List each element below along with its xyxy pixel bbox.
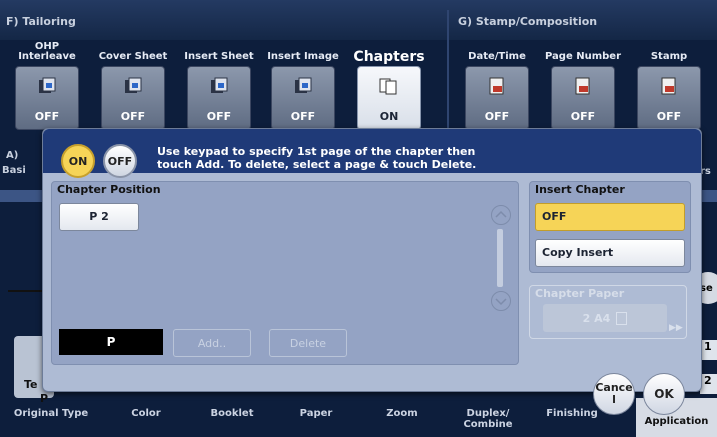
scrollbar-track[interactable] xyxy=(497,229,503,287)
bottom-tab-0[interactable]: Original Type xyxy=(0,408,102,419)
scroll-down-icon[interactable] xyxy=(491,291,511,311)
function-button[interactable]: OFF xyxy=(271,66,335,130)
function-label: Stamp xyxy=(650,51,688,62)
function-stamp[interactable]: Stamp OFF xyxy=(630,42,708,132)
bg-num2: 2 xyxy=(700,374,717,394)
function-label: Cover Sheet xyxy=(98,51,168,62)
function-status: ON xyxy=(379,110,399,123)
function-status: OFF xyxy=(656,110,682,123)
chapters-icon xyxy=(378,77,400,95)
tailoring-header: F) Tailoring xyxy=(6,15,76,28)
function-button[interactable]: OFF xyxy=(637,66,701,130)
function-label: Insert Sheet xyxy=(184,51,254,62)
page-number-icon xyxy=(572,77,594,95)
function-date-time[interactable]: Date/Time OFF xyxy=(458,42,536,132)
function-insert-image[interactable]: Insert Image OFF xyxy=(264,42,342,132)
page-input-value: P xyxy=(106,335,116,349)
bottom-tab-1[interactable]: Color xyxy=(104,408,188,419)
function-cover-sheet[interactable]: Cover Sheet OFF xyxy=(94,42,172,132)
function-status: OFF xyxy=(120,110,146,123)
bg-section-a: A) xyxy=(6,150,19,161)
function-status: OFF xyxy=(34,110,60,123)
chapter-paper-label: Chapter Paper xyxy=(535,287,625,300)
function-label: Date/Time xyxy=(468,51,526,62)
function-label: Page Number xyxy=(544,51,621,62)
cancel-label: Cance l xyxy=(595,381,633,406)
bg-num1: 1 xyxy=(700,340,717,360)
paper-icon xyxy=(616,311,628,325)
function-button[interactable]: OFF xyxy=(465,66,529,130)
cover-sheet-icon xyxy=(122,77,144,95)
section-divider xyxy=(447,10,449,128)
bottom-tab-2[interactable]: Booklet xyxy=(190,408,274,419)
function-status: OFF xyxy=(206,110,232,123)
date-time-icon xyxy=(486,77,508,95)
function-button[interactable]: OFF xyxy=(551,66,615,130)
function-button[interactable]: ON xyxy=(357,66,421,130)
function-status: OFF xyxy=(570,110,596,123)
chapters-dialog: ON OFF Use keypad to specify 1st page of… xyxy=(42,128,702,415)
interleave-icon xyxy=(36,77,58,95)
instruction-text: Use keypad to specify 1st page of the ch… xyxy=(157,145,477,171)
function-interleave[interactable]: OHP Interleave OFF xyxy=(8,42,86,132)
function-label: Insert Image xyxy=(267,51,339,62)
stamp-icon xyxy=(658,77,680,95)
page-input[interactable]: P xyxy=(59,329,163,355)
header-bar xyxy=(0,0,717,40)
scroll-up-icon[interactable] xyxy=(491,205,511,225)
bg-basic-label: Basi xyxy=(2,165,26,176)
off-button[interactable]: OFF xyxy=(103,144,137,178)
insert-image-icon xyxy=(292,77,314,95)
bottom-tab-3[interactable]: Paper xyxy=(274,408,358,419)
function-page-number[interactable]: Page Number OFF xyxy=(544,42,622,132)
copy-insert-option[interactable]: Copy Insert xyxy=(535,239,685,267)
function-label: Chapters xyxy=(353,49,425,65)
function-button[interactable]: OFF xyxy=(15,66,79,130)
function-status: OFF xyxy=(484,110,510,123)
add-button[interactable]: Add.. xyxy=(173,329,251,357)
stamp-header: G) Stamp/Composition xyxy=(458,15,598,28)
function-button[interactable]: OFF xyxy=(101,66,165,130)
function-status: OFF xyxy=(290,110,316,123)
chapter-entry[interactable]: P 2 xyxy=(59,203,139,231)
chapter-paper-button[interactable]: 2 A4 xyxy=(543,304,667,332)
chapter-position-label: Chapter Position xyxy=(57,183,161,196)
bg-te-label: Te xyxy=(24,378,38,391)
insert-chapter-label: Insert Chapter xyxy=(535,183,625,196)
function-insert-sheet[interactable]: Insert Sheet OFF xyxy=(180,42,258,132)
paper-forward-icon[interactable]: ▶▶ xyxy=(669,323,683,333)
ok-button[interactable]: OK xyxy=(643,373,685,415)
delete-button[interactable]: Delete xyxy=(269,329,347,357)
function-button[interactable]: OFF xyxy=(187,66,251,130)
on-button[interactable]: ON xyxy=(61,144,95,178)
bg-pr-label: P xyxy=(40,392,49,405)
function-label: OHP Interleave xyxy=(18,41,76,62)
bottom-tab-4[interactable]: Zoom xyxy=(360,408,444,419)
insert-off-option[interactable]: OFF xyxy=(535,203,685,231)
chapter-paper-value: 2 A4 xyxy=(582,311,611,325)
insert-sheet-icon xyxy=(208,77,230,95)
bottom-tab-5[interactable]: Duplex/ Combine xyxy=(446,408,530,430)
function-chapters[interactable]: Chapters ON xyxy=(350,42,428,132)
cancel-button[interactable]: Cance l xyxy=(593,373,635,415)
